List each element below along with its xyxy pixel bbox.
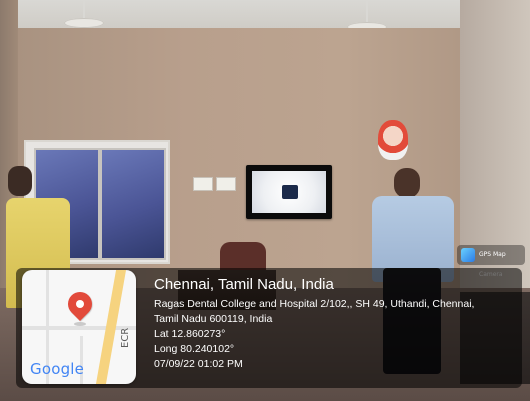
gps-map-camera-badge: GPS Map Camera bbox=[457, 245, 525, 278]
gps-text-block: Chennai, Tamil Nadu, India Ragas Dental … bbox=[154, 276, 514, 372]
map-road bbox=[22, 326, 136, 330]
address-line-2: Tamil Nadu 600119, India bbox=[154, 313, 273, 325]
wall-switch bbox=[216, 177, 236, 191]
map-card: Google ECR bbox=[22, 270, 136, 384]
map-pin-shadow bbox=[74, 322, 86, 326]
ceiling-fan bbox=[64, 18, 104, 28]
google-logo-text: Google bbox=[30, 360, 85, 378]
map-pin-dot bbox=[74, 298, 86, 310]
datetime-text: 07/09/22 01:02 PM bbox=[154, 358, 243, 370]
location-title: Chennai, Tamil Nadu, India bbox=[154, 276, 334, 293]
longitude-text: Long 80.240102° bbox=[154, 343, 235, 355]
ceiling-fan-rod bbox=[366, 0, 368, 22]
santa-decoration bbox=[378, 120, 408, 160]
window-pane bbox=[100, 148, 166, 260]
google-logo: Google bbox=[30, 360, 84, 378]
address-line-1: Ragas Dental College and Hospital 2/102,… bbox=[154, 298, 475, 310]
person-right-head bbox=[394, 168, 420, 198]
map-road-label: ECR bbox=[120, 327, 131, 348]
camera-app-icon bbox=[461, 248, 475, 262]
tv-screen-logo bbox=[282, 185, 298, 199]
wall-switch bbox=[193, 177, 213, 191]
latitude-text: Lat 12.860273° bbox=[154, 328, 226, 340]
person-left-head bbox=[8, 166, 32, 196]
ceiling-fan-rod bbox=[83, 0, 85, 18]
wall-tv bbox=[246, 165, 332, 219]
photo-background: GPS Map Camera Google ECR Chennai, Tamil… bbox=[0, 0, 530, 401]
tv-screen bbox=[252, 171, 326, 213]
map-pin-icon bbox=[63, 287, 97, 321]
